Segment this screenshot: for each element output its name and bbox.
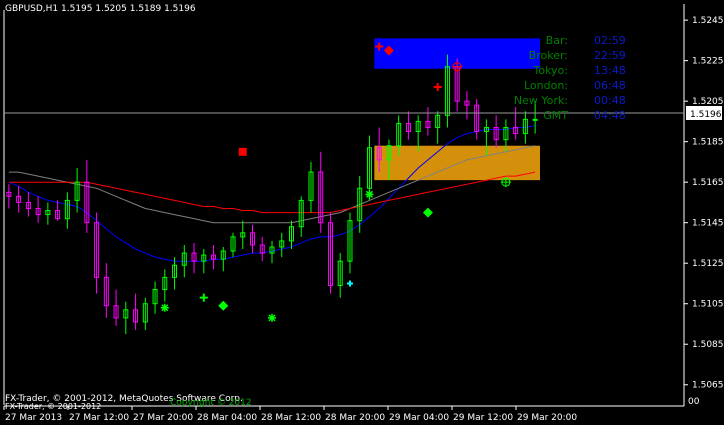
time-tick-label: 28 Mar 20:00 <box>325 413 385 423</box>
price-tick-label: 1.5245 <box>692 16 724 26</box>
time-tick-label: 27 Mar 12:00 <box>69 413 129 423</box>
symbol-info: GBPUSD,H1 1.5195 1.5205 1.5189 1.5196 <box>5 4 196 14</box>
time-tick-label: 29 Mar 04:00 <box>389 413 449 423</box>
time-tick-label: 29 Mar 20:00 <box>517 413 577 423</box>
clock-london: London: 06:48 <box>500 79 640 94</box>
chart-window[interactable]: 1.5245 1.5225 1.5205 1.5185 1.5165 1.5145 1.51… <box>0 0 724 425</box>
signal-square <box>238 147 247 156</box>
time-tick-label: 28 Mar 04:00 <box>197 413 257 423</box>
current-price-text: 1.5196 <box>690 110 722 120</box>
clock-value: 02:59 <box>594 34 626 47</box>
price-tick-label: 1.5225 <box>692 57 724 67</box>
time-tick-label: 27 Mar 20:00 <box>133 413 193 423</box>
clock-label: GMT <box>543 109 568 122</box>
time-tick-label: 28 Mar 12:00 <box>261 413 321 423</box>
price-tick-label: 1.5125 <box>692 259 724 269</box>
price-tick-label: 1.5205 <box>692 97 724 107</box>
clock-value: 13:48 <box>594 64 626 77</box>
price-tick-label: 1.5185 <box>692 138 724 148</box>
signal-star <box>268 313 276 322</box>
clock-label: Broker: <box>528 49 568 62</box>
watermark-text: Copyright © 2012 <box>170 398 252 408</box>
clock-tokyo: Tokyo: 13:48 <box>500 64 640 79</box>
copyright-overlap-text: FX-Trader, © 2001-2012 <box>5 402 102 411</box>
clock-bar: Bar: 02:59 <box>500 34 640 49</box>
clock-label: Tokyo: <box>533 64 568 77</box>
price-tick-label: 1.5165 <box>692 178 724 188</box>
time-tick-label: 29 Mar 12:00 <box>453 413 513 423</box>
price-tick-label: 1.5065 <box>692 381 724 391</box>
clock-new-york: New York: 00:48 <box>500 94 640 109</box>
clock-value: 00:48 <box>594 94 626 107</box>
price-tick-label: 1.5085 <box>692 340 724 350</box>
signal-star <box>365 190 374 199</box>
price-tick-label: 1.5145 <box>692 219 724 229</box>
clock-value: 06:48 <box>594 79 626 92</box>
time-tick-label: 27 Mar 2013 <box>5 413 62 423</box>
clock-gmt: GMT 04:48 <box>500 109 640 124</box>
corner-marker: 00 <box>688 397 700 407</box>
clock-broker: Broker: 22:59 <box>500 49 640 64</box>
clock-label: New York: <box>513 94 568 107</box>
current-price-label: 1.5196 <box>686 106 722 120</box>
price-tick-label: 1.5105 <box>692 300 724 310</box>
clock-label: Bar: <box>545 34 568 47</box>
clock-value: 04:48 <box>594 109 626 122</box>
clock-label: London: <box>523 79 568 92</box>
clock-value: 22:59 <box>594 49 626 62</box>
signal-star <box>160 303 169 312</box>
